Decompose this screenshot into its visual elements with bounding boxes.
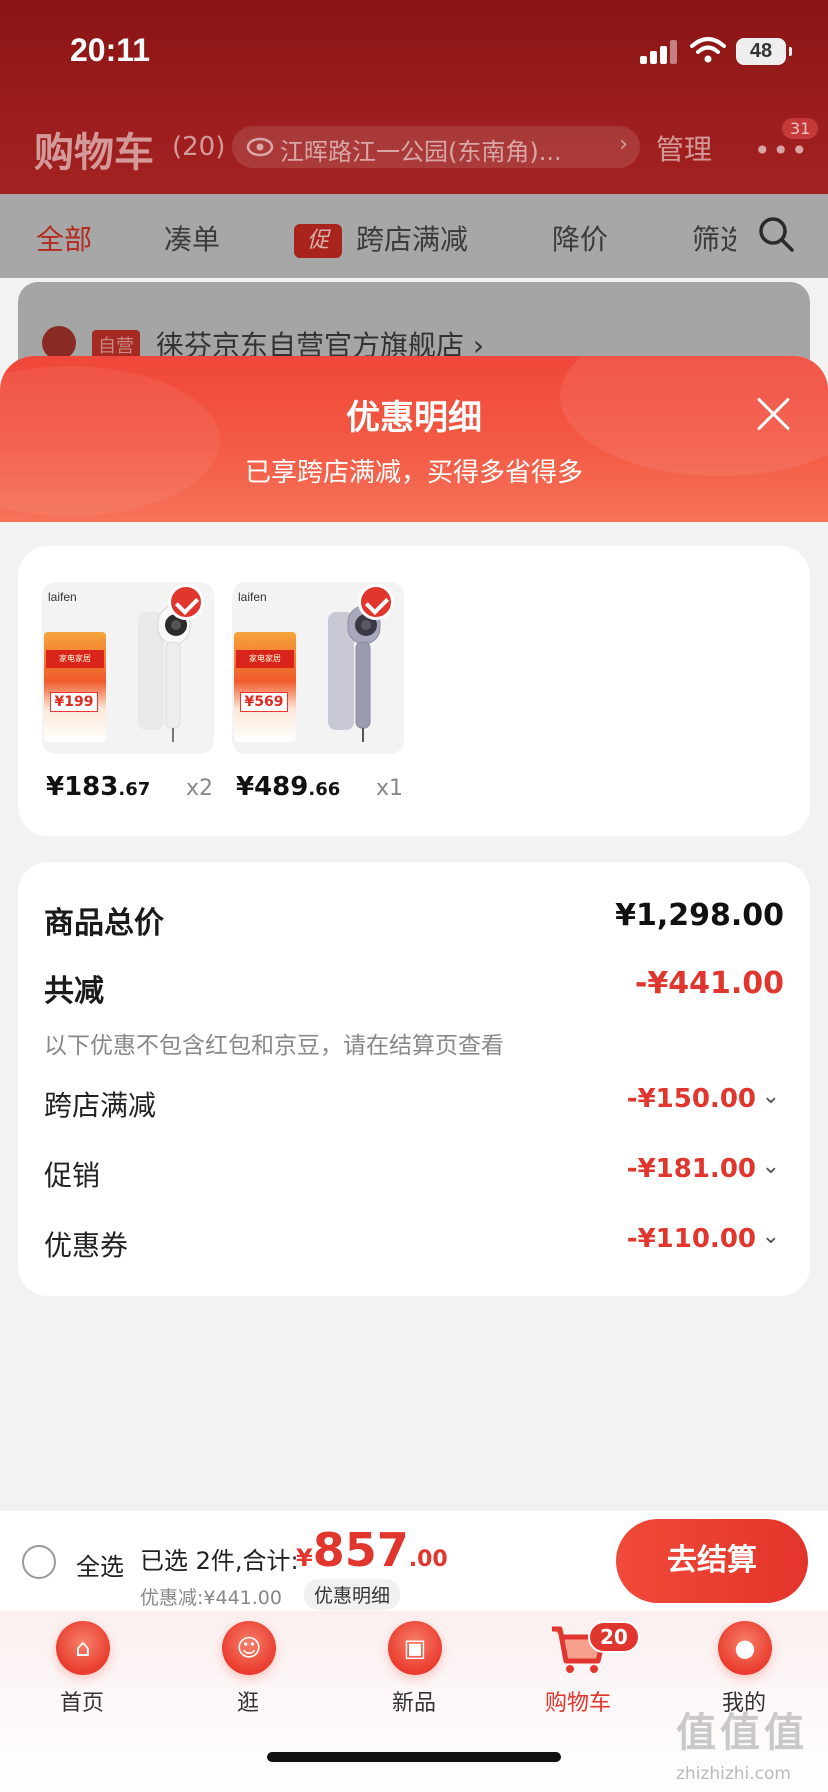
tab-cart[interactable]: 20 购物车 [518,1621,640,1721]
message-badge: 31 [782,118,819,139]
discount-value: -¥181.00 [626,1154,756,1184]
tab-label: 购物车 [544,1691,611,1716]
battery-indicator: 48 [736,38,792,65]
discount-label: 促销 [44,1159,101,1192]
tab-cross-store-label: 跨店满减 [356,223,469,256]
new-products-icon: ▣ [388,1621,442,1675]
address-selector[interactable]: 江晖路江一公园(东南角)... › [232,126,640,168]
discount-value: -¥150.00 [626,1084,756,1114]
checkout-total: ¥857.00 [296,1523,448,1577]
total-reduce-label: 共减 [44,974,104,1009]
tab-all[interactable]: 全部 [36,218,92,258]
tab-combine-order[interactable]: 凑单 [164,218,220,258]
search-icon[interactable] [756,214,796,254]
sheet-title: 优惠明细 [346,398,482,438]
cart-count: (20) [172,132,226,162]
selected-check-icon[interactable] [358,584,394,620]
sheet-subtitle: 已享跨店满减，买得多省得多 [244,458,583,488]
total-price-label: 商品总价 [44,906,164,941]
address-text: 江晖路江一公园(东南角)... [280,138,562,166]
eye-icon [246,137,274,157]
promo-poster: 家电家居 ¥199 [44,632,106,742]
home-indicator [267,1752,561,1762]
selected-count-text: 已选 2件,合计: [140,1547,299,1575]
discount-detail-link[interactable]: 优惠明细 [304,1579,401,1610]
checkout-bar: 全选 已选 2件,合计: ¥857.00 优惠减:¥441.00 优惠明细 去结… [0,1511,828,1611]
wifi-icon [690,37,726,63]
discount-detail-sheet: 优惠明细 已享跨店满减，买得多省得多 laifen 家电家居 ¥199 ¥183… [0,356,828,1511]
hair-dryer-image [138,605,191,742]
signal-icon [640,40,680,64]
status-bar: 20:11 48 [0,0,828,100]
product-quantity: x2 [186,776,214,801]
select-all-label[interactable]: 全选 [76,1547,124,1582]
product-price: ¥183.67 [46,772,151,802]
total-price-value: ¥1,298.00 [615,898,784,933]
profile-icon: ● [718,1621,772,1675]
tab-price-drop[interactable]: 降价 [552,218,608,258]
watermark-logo: 值值值 [676,1710,808,1756]
chevron-down-icon: ⌄ [761,1224,780,1249]
tab-label: 逛 [236,1691,259,1716]
close-icon[interactable] [756,396,792,432]
cart-badge: 20 [588,1621,640,1653]
tab-browse[interactable]: ☺ 逛 [188,1621,308,1721]
page-title: 购物车 [34,130,154,176]
tab-cross-store[interactable]: 促跨店满减 [294,218,468,258]
selected-check-icon[interactable] [168,584,204,620]
watermark: 值值值 zhizhizhi.com [676,1700,828,1792]
manage-button[interactable]: 管理 [656,128,712,168]
brand-logo: laifen [238,590,267,604]
discount-summary-text: 优惠减:¥441.00 [140,1587,282,1609]
tab-label: 新品 [391,1691,436,1716]
tab-label: 首页 [59,1691,104,1716]
promo-tag: 促 [294,224,342,258]
brand-logo: laifen [48,590,77,604]
discount-row-coupon[interactable]: 优惠券 -¥110.00 ⌄ [44,1224,784,1264]
total-reduce-row: 共减 -¥441.00 [44,966,784,1009]
chevron-down-icon: ⌄ [761,1084,780,1109]
total-price-row: 商品总价 ¥1,298.00 [44,898,784,941]
discount-row-cross-store[interactable]: 跨店满减 -¥150.00 ⌄ [44,1084,784,1124]
check-icon[interactable] [42,326,76,360]
chevron-right-icon: › [619,132,628,157]
tab-new-products[interactable]: ▣ 新品 [354,1621,474,1721]
promo-poster: 家电家居 ¥569 [234,632,296,742]
checkout-button[interactable]: 去结算 [616,1519,808,1603]
discount-note: 以下优惠不包含红包和京豆，请在结算页查看 [44,1033,504,1059]
chevron-down-icon: ⌄ [761,1154,780,1179]
discount-label: 跨店满减 [44,1089,157,1122]
tab-filter[interactable]: 筛选 [692,218,736,258]
product-quantity: x1 [376,776,404,801]
discount-value: -¥110.00 [626,1224,756,1254]
select-all-checkbox[interactable] [22,1545,56,1579]
discount-label: 优惠券 [44,1229,129,1262]
discount-row-promotion[interactable]: 促销 -¥181.00 ⌄ [44,1154,784,1194]
price-summary-card: 商品总价 ¥1,298.00 共减 -¥441.00 以下优惠不包含红包和京豆，… [18,862,810,1296]
browse-icon: ☺ [222,1621,276,1675]
filter-tabs: 全部 凑单 促跨店满减 降价 筛选 [0,194,828,278]
cart-header: 购物车 (20) 江晖路江一公园(东南角)... › 管理 ••• 31 [0,110,828,185]
total-reduce-value: -¥441.00 [634,966,784,1001]
watermark-url: zhizhizhi.com [676,1764,791,1784]
products-card: laifen 家电家居 ¥199 ¥183.67 x2 laifen 家电家居 … [18,546,810,836]
product-price: ¥489.66 [236,772,341,802]
status-time: 20:11 [70,32,151,68]
home-icon: ⌂ [56,1621,110,1675]
sheet-header: 优惠明细 已享跨店满减，买得多省得多 [0,356,828,522]
hair-dryer-image [328,605,381,742]
store-row: 自营 徕芬京东自营官方旗舰店 › [18,282,810,362]
tab-home[interactable]: ⌂ 首页 [22,1621,142,1721]
